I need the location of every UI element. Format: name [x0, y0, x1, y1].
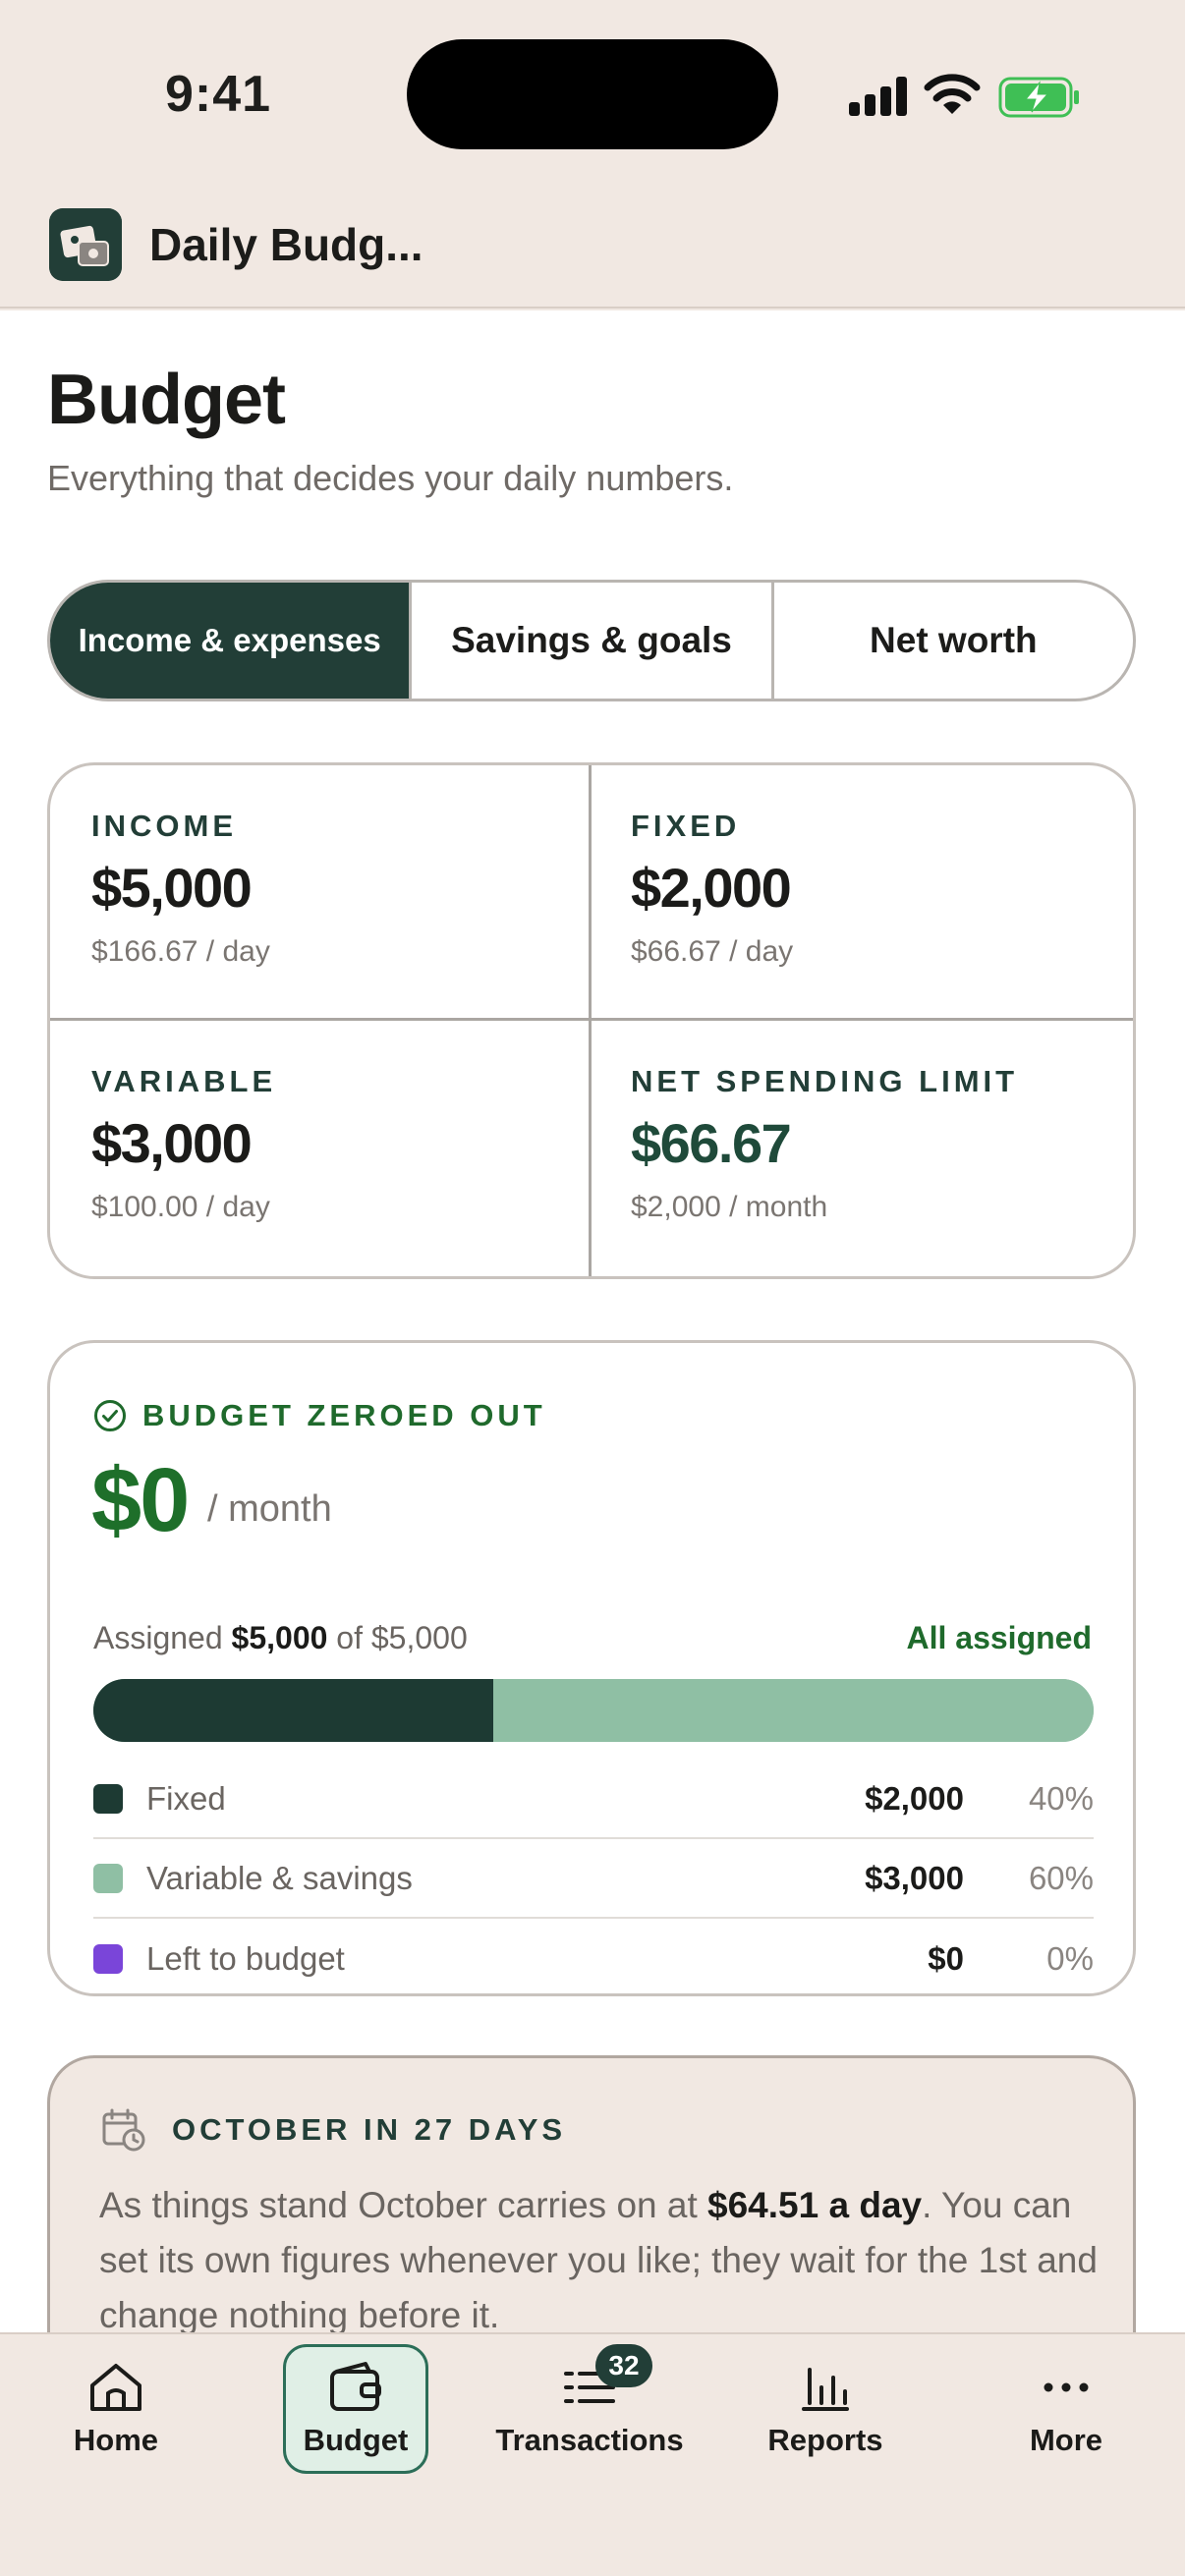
legend-row-fixed: Fixed $2,000 40% — [93, 1760, 1094, 1839]
assigned-prefix: Assigned — [93, 1620, 223, 1655]
tab-transactions[interactable]: Transactions — [491, 2344, 688, 2474]
tab-reports[interactable]: Reports — [757, 2344, 894, 2474]
stat-value: $3,000 — [91, 1112, 253, 1174]
stat-daily: $100.00 / day — [91, 1191, 270, 1223]
battery-charging-icon — [998, 77, 1079, 118]
stat-label: INCOME — [91, 809, 237, 843]
october-card-header: OCTOBER IN 27 DAYS — [101, 2107, 566, 2153]
status-time: 9:41 — [165, 66, 272, 123]
tab-label: Home — [73, 2423, 159, 2457]
stat-monthly: $2,000 / month — [631, 1191, 828, 1223]
cellular-signal-icon — [849, 77, 908, 116]
legend-percent: 40% — [1028, 1779, 1094, 1817]
stat-label: FIXED — [631, 809, 741, 843]
legend-swatch — [93, 1783, 123, 1814]
stat-net-spending-limit: NET SPENDING LIMIT $66.67 $2,000 / month — [592, 1021, 1133, 1276]
tab-label: Transactions — [495, 2423, 684, 2457]
legend-swatch — [93, 1943, 123, 1974]
tab-label: More — [1029, 2423, 1103, 2457]
legend-percent: 0% — [1046, 1939, 1094, 1977]
allocation-bar-variable — [493, 1679, 1094, 1742]
tab-label: Budget — [303, 2423, 409, 2457]
legend-amount: $2,000 — [865, 1779, 964, 1817]
tab-label: Reports — [767, 2423, 883, 2457]
app-title: Daily Budg... — [149, 219, 423, 270]
tab-home[interactable]: Home — [47, 2344, 185, 2474]
stat-label: NET SPENDING LIMIT — [631, 1064, 1019, 1098]
stat-value: $66.67 — [631, 1112, 792, 1174]
october-daily-amount: $64.51 a day — [707, 2185, 923, 2225]
stat-income: INCOME $5,000 $166.67 / day — [50, 765, 592, 1021]
assigned-status: All assigned — [906, 1620, 1093, 1655]
dynamic-island — [407, 39, 778, 149]
october-text-before: As things stand October carries on at — [99, 2185, 698, 2225]
stat-variable: VARIABLE $3,000 $100.00 / day — [50, 1021, 592, 1276]
stat-label: VARIABLE — [91, 1064, 277, 1098]
page-title: Budget — [47, 361, 286, 439]
stat-value: $5,000 — [91, 857, 253, 919]
page-subtitle: Everything that decides your daily numbe… — [47, 458, 734, 498]
stat-daily: $166.67 / day — [91, 935, 270, 968]
assigned-suffix: of $5,000 — [336, 1620, 468, 1655]
wifi-icon — [924, 74, 981, 114]
allocation-bar-fixed — [93, 1679, 494, 1742]
legend-name: Fixed — [146, 1779, 226, 1817]
home-icon — [90, 2364, 141, 2411]
bottom-tab-bar: Home Budget Transactions Reports More — [0, 2332, 1185, 2576]
tab-more[interactable]: More — [1002, 2344, 1130, 2474]
allocation-bar — [93, 1679, 1094, 1742]
check-circle-icon — [94, 1400, 126, 1431]
stat-value: $2,000 — [631, 857, 792, 919]
legend-row-left-to-budget: Left to budget $0 0% — [93, 1919, 1094, 1998]
segment-savings-goals[interactable]: Savings & goals — [412, 583, 774, 699]
stat-fixed: FIXED $2,000 $66.67 / day — [592, 765, 1133, 1021]
calendar-clock-icon — [102, 2108, 145, 2152]
budget-zeroed-card: BUDGET ZEROED OUT $0 / month Assigned $5… — [47, 1340, 1136, 1996]
app-logo-icon[interactable] — [49, 208, 122, 281]
more-icon — [1044, 2382, 1089, 2392]
segment-net-worth[interactable]: Net worth — [774, 583, 1133, 699]
zero-card-header: BUDGET ZEROED OUT — [93, 1398, 546, 1433]
legend-name: Variable & savings — [146, 1859, 413, 1896]
legend-row-variable-savings: Variable & savings $3,000 60% — [93, 1839, 1094, 1919]
tab-budget[interactable]: Budget — [283, 2344, 428, 2474]
legend-percent: 60% — [1028, 1859, 1094, 1896]
allocation-legend: Fixed $2,000 40% Variable & savings $3,0… — [93, 1760, 1094, 1998]
october-card-text: As things stand October carries on at $6… — [99, 2178, 1101, 2343]
assigned-summary: Assigned $5,000 of $5,000 — [93, 1620, 468, 1656]
october-card-label: OCTOBER IN 27 DAYS — [172, 2112, 567, 2147]
stat-daily: $66.67 / day — [631, 935, 794, 968]
zero-period: / month — [207, 1488, 332, 1530]
budget-segment-control: Income & expenses Savings & goals Net wo… — [47, 580, 1136, 701]
transactions-count-badge: 32 — [595, 2344, 652, 2387]
legend-swatch — [93, 1863, 123, 1893]
legend-name: Left to budget — [146, 1939, 345, 1977]
legend-amount: $3,000 — [865, 1859, 964, 1896]
budget-stats-grid: INCOME $5,000 $166.67 / day FIXED $2,000… — [47, 762, 1136, 1279]
zero-amount: $0 — [91, 1450, 190, 1550]
wallet-icon — [330, 2362, 381, 2411]
assigned-amount: $5,000 — [231, 1620, 328, 1655]
status-bar: 9:41 — [0, 0, 1185, 196]
main-content: Budget Everything that decides your dail… — [0, 310, 1185, 2389]
app-header: Daily Budg... — [0, 196, 1185, 308]
segment-income-expenses[interactable]: Income & expenses — [50, 583, 413, 699]
legend-amount: $0 — [928, 1939, 964, 1977]
bar-chart-icon — [802, 2368, 849, 2411]
zero-card-label: BUDGET ZEROED OUT — [142, 1398, 546, 1432]
